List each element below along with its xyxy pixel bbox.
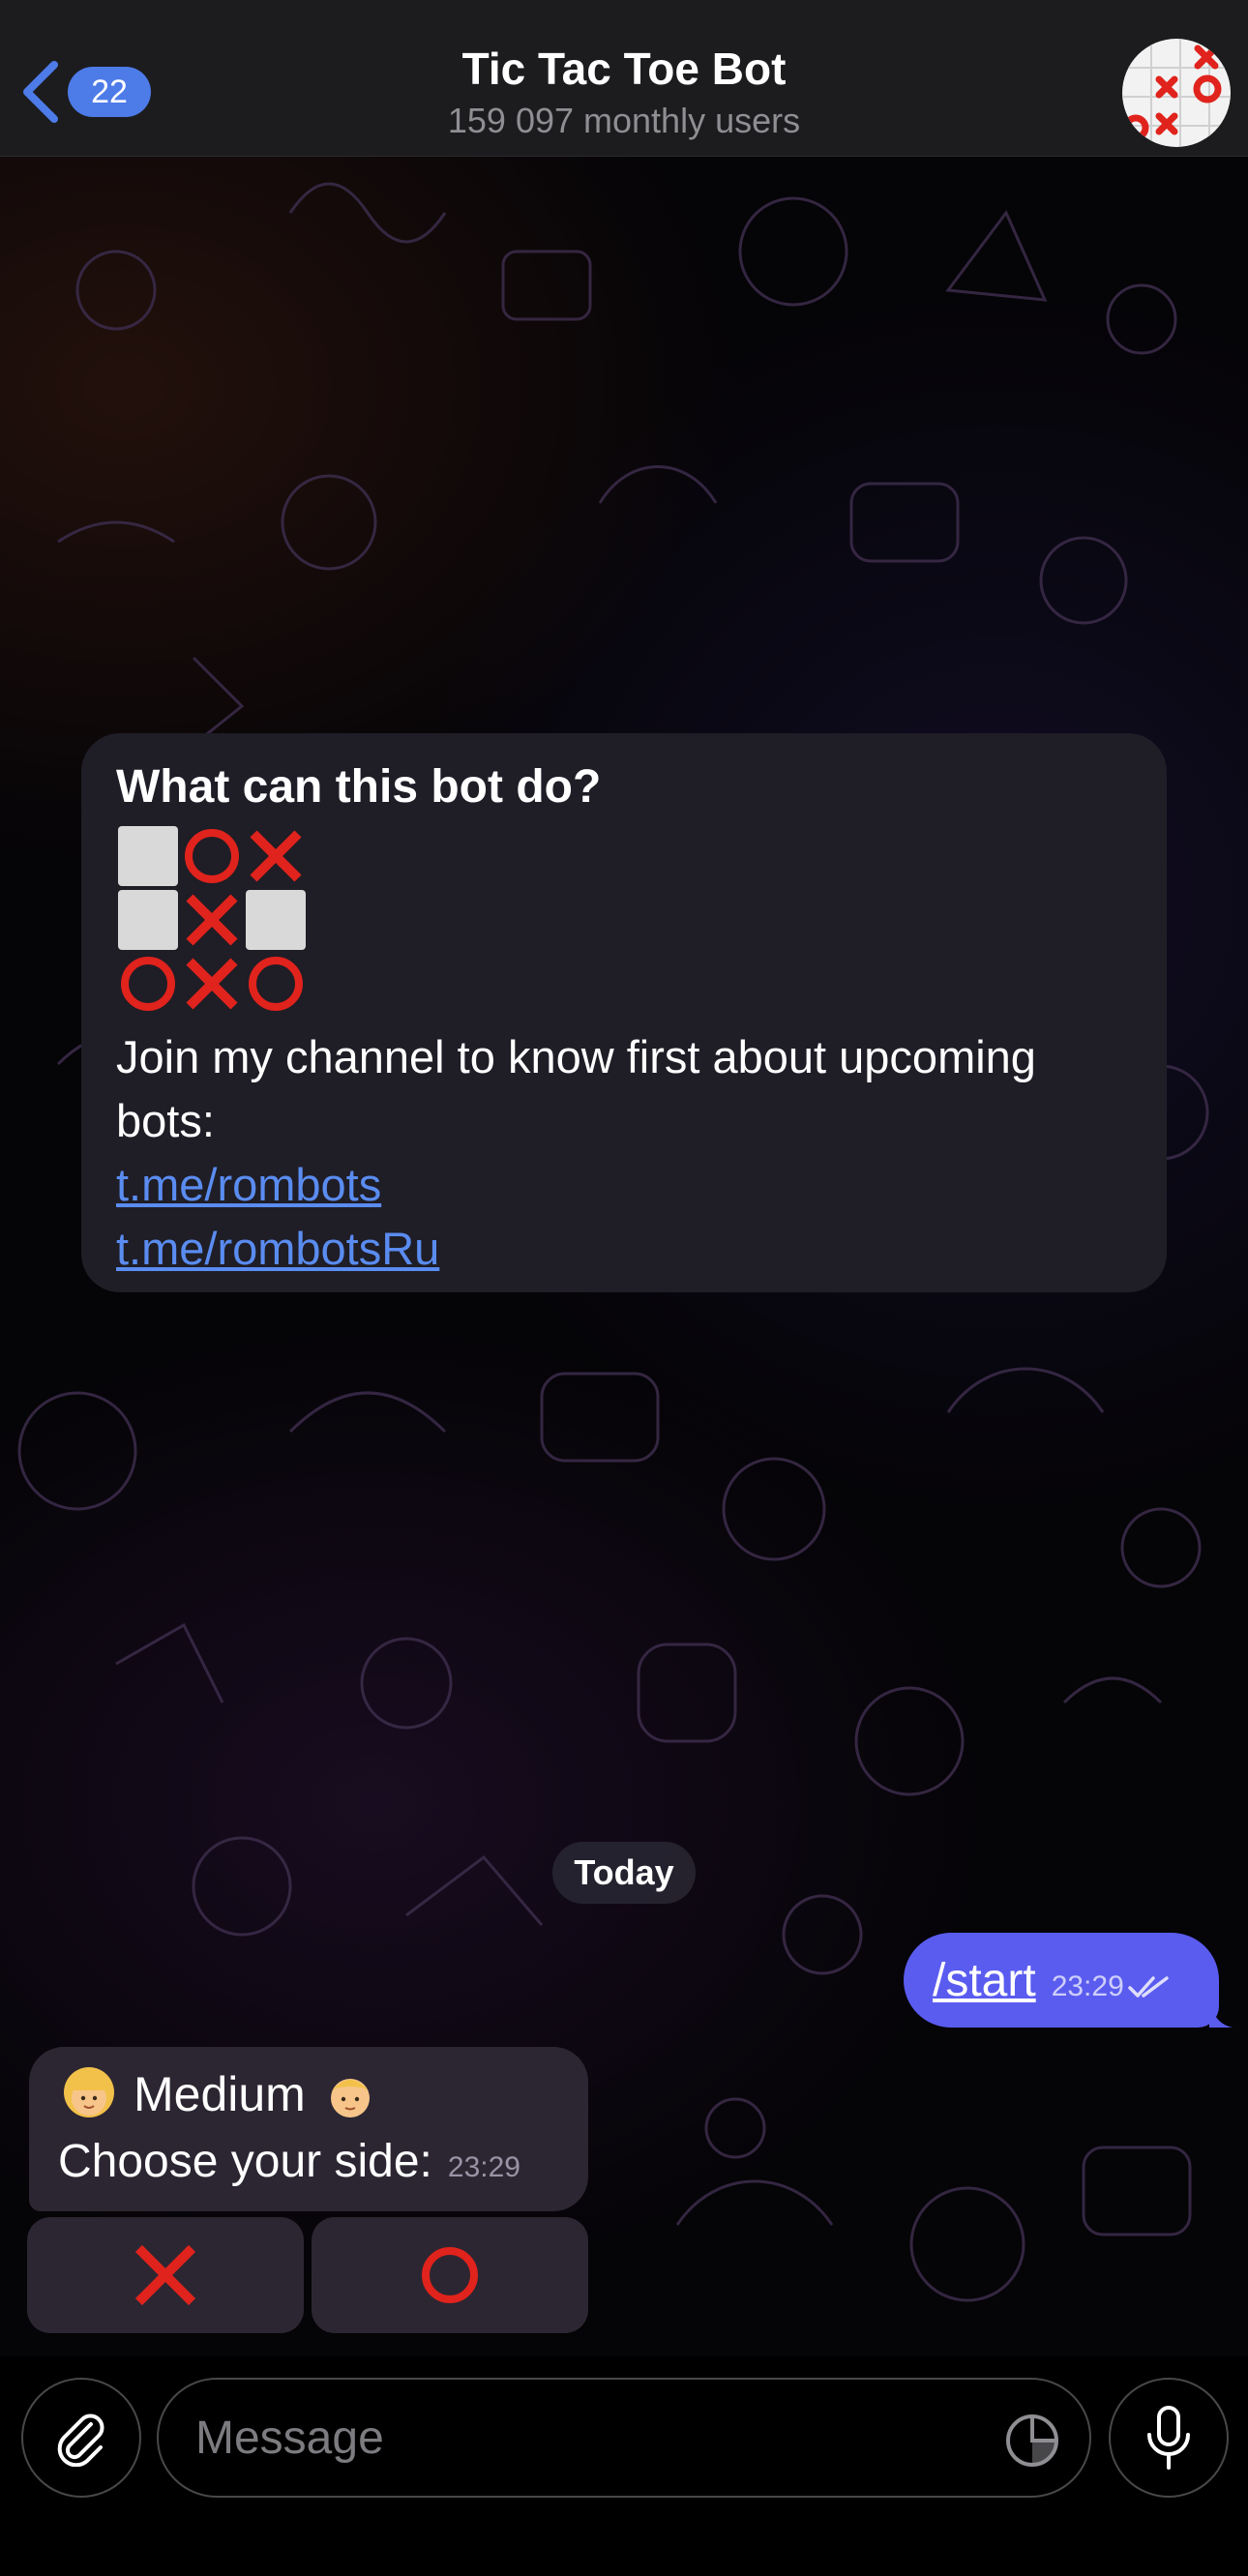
cross-mark-icon bbox=[134, 2244, 196, 2306]
message-field[interactable] bbox=[157, 2378, 1091, 2498]
chat-title[interactable]: Tic Tac Toe Bot bbox=[0, 43, 1248, 95]
choose-side-text: Choose your side: bbox=[58, 2136, 432, 2187]
chat-header: 22 Tic Tac Toe Bot 159 097 monthly users bbox=[0, 0, 1248, 157]
message-input[interactable] bbox=[195, 2411, 950, 2465]
circle-mark-icon bbox=[244, 952, 308, 1016]
microphone-icon bbox=[1147, 2406, 1190, 2470]
channel-link-rombots-ru[interactable]: t.me/rombotsRu bbox=[116, 1217, 1132, 1281]
board-row bbox=[116, 824, 1132, 888]
empty-square-icon bbox=[116, 824, 180, 888]
bot-avatar[interactable] bbox=[1122, 39, 1231, 147]
choose-o-button[interactable] bbox=[312, 2217, 588, 2333]
man-emoji-icon bbox=[330, 2079, 370, 2117]
choose-x-button[interactable] bbox=[27, 2217, 304, 2333]
sticker-icon[interactable] bbox=[1002, 2411, 1062, 2471]
cross-mark-icon bbox=[244, 824, 308, 888]
circle-mark-icon bbox=[422, 2247, 478, 2303]
outgoing-message[interactable]: /start 23:29 bbox=[904, 1933, 1233, 2028]
circle-mark-icon bbox=[180, 824, 244, 888]
difficulty-label: Medium bbox=[134, 2067, 306, 2121]
date-separator: Today bbox=[552, 1842, 696, 1904]
bot-description-text: Join my channel to know first about upco… bbox=[116, 1031, 1036, 1146]
cross-mark-icon bbox=[180, 888, 244, 952]
board-row bbox=[116, 952, 1132, 1016]
bubble-tail bbox=[1209, 1999, 1233, 2028]
circle-mark-icon bbox=[116, 952, 180, 1016]
read-checkmarks-icon bbox=[1128, 1976, 1169, 1998]
tic-tac-toe-avatar-icon bbox=[1122, 39, 1231, 147]
voice-message-button[interactable] bbox=[1109, 2378, 1229, 2498]
cross-mark-icon bbox=[180, 952, 244, 1016]
board-row bbox=[116, 888, 1132, 952]
incoming-message-time: 23:29 bbox=[447, 2151, 520, 2183]
attach-button[interactable] bbox=[21, 2378, 141, 2498]
empty-square-icon bbox=[244, 888, 308, 952]
outgoing-message-text[interactable]: /start bbox=[933, 1954, 1036, 2007]
choose-side-line: Choose your side: 23:29 bbox=[58, 2128, 559, 2202]
paperclip-icon bbox=[57, 2413, 104, 2467]
tic-tac-toe-board bbox=[116, 824, 1132, 1016]
bot-description-title: What can this bot do? bbox=[116, 761, 602, 813]
incoming-message[interactable]: Medium Choose your side: 23:29 bbox=[29, 2047, 588, 2211]
bot-description-card: What can this bot do? Join my channel to… bbox=[81, 733, 1167, 1292]
channel-link-rombots[interactable]: t.me/rombots bbox=[116, 1153, 1132, 1217]
empty-square-icon bbox=[116, 888, 180, 952]
message-input-bar bbox=[0, 2356, 1248, 2576]
woman-emoji-icon bbox=[64, 2067, 114, 2117]
outgoing-message-time: 23:29 bbox=[1051, 1970, 1124, 2002]
difficulty-line: Medium bbox=[58, 2060, 559, 2128]
chat-subtitle: 159 097 monthly users bbox=[447, 101, 801, 140]
